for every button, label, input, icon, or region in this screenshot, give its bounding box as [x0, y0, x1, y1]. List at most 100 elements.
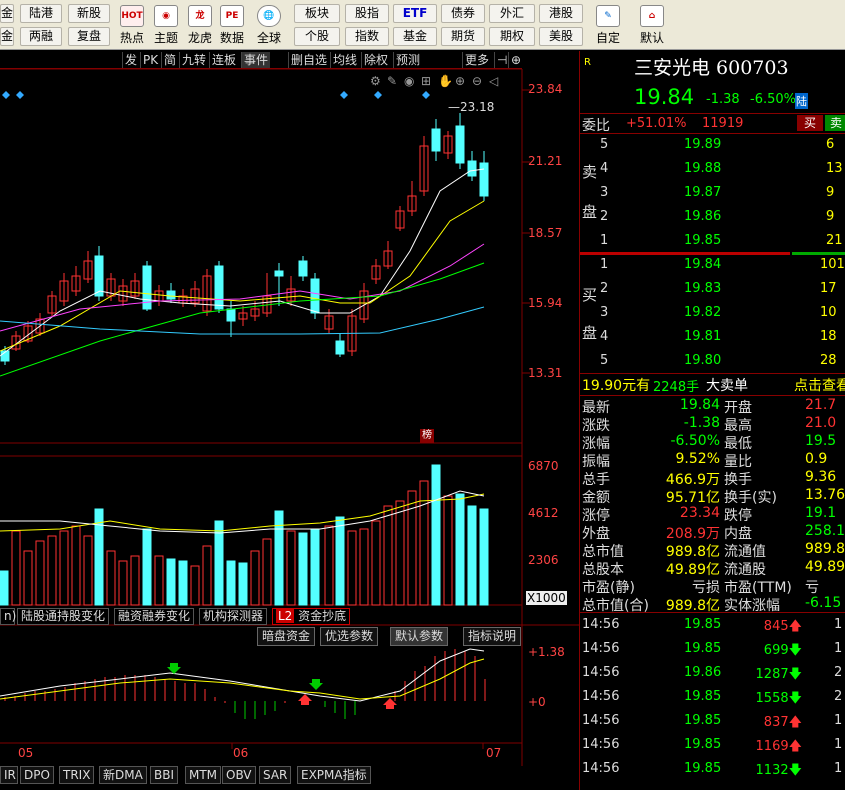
tick-row: 14:56 19.85 845🡅 1: [580, 617, 845, 637]
candle-body: [214, 265, 224, 310]
replay-button[interactable]: 复盘: [68, 27, 110, 46]
tick-count: 1: [834, 737, 843, 752]
stat-label: 量比: [724, 454, 752, 470]
bid-level[interactable]: 5 19.80 28: [580, 353, 845, 373]
price-axis-label-5: 13.31: [528, 366, 563, 380]
custom-button[interactable]: ✎ 自定: [588, 1, 628, 49]
ask-level[interactable]: 3 19.87 9: [580, 185, 845, 205]
tab-institution-detector[interactable]: 机构探测器: [199, 608, 268, 625]
chart-tool-icons[interactable]: ⚙ ✎ ◉ ⊞ ✋ ⊕ ⊖ ◁: [370, 74, 498, 88]
price-axis-label-4: 15.94: [528, 296, 563, 310]
stat-row: 总市值(合) 989.8亿 实体涨幅 -6.15: [580, 595, 845, 614]
hot-button[interactable]: HOT 热点: [114, 1, 150, 49]
ask-level[interactable]: 4 19.88 13: [580, 161, 845, 181]
bid-level[interactable]: 3 19.82 10: [580, 305, 845, 325]
luguang-button[interactable]: 陆港: [20, 4, 62, 23]
bond-button[interactable]: 债券: [441, 4, 485, 23]
data-label: 数据: [219, 31, 244, 45]
etf-button[interactable]: ETF: [393, 4, 437, 23]
volume-bar: [118, 560, 128, 606]
tab-newdma[interactable]: 新DMA: [99, 766, 147, 784]
toolbar-left-btn-2[interactable]: 金: [0, 27, 14, 46]
stat-row: 涨幅 -6.50% 最低 19.5: [580, 433, 845, 452]
stat-label: 金额: [582, 490, 610, 506]
tab-dpo[interactable]: DPO: [20, 766, 54, 784]
stat-label: 振幅: [582, 454, 610, 470]
stat-value: 258.17: [805, 523, 845, 539]
default-params-tab[interactable]: 默认参数: [390, 627, 449, 646]
options-button[interactable]: 期权: [489, 27, 535, 46]
date-label-july: 07: [486, 746, 502, 760]
tab-fund-bottom[interactable]: L2 资金抄底: [272, 608, 351, 625]
big-order-link[interactable]: 点击查看: [794, 375, 845, 395]
theme-button[interactable]: ◉ 主题: [148, 1, 184, 49]
tab-mtm[interactable]: MTM: [185, 766, 222, 784]
tick-volume: 837🡅: [764, 713, 802, 735]
tick-time: 14:56: [582, 665, 620, 680]
tab-northbound-holdings[interactable]: 陆股通持股变化: [17, 608, 110, 625]
data-button[interactable]: PE 数据: [214, 1, 250, 49]
bid-level[interactable]: 4 19.81 18: [580, 329, 845, 349]
tab-fund-bottom-label: 资金抄底: [298, 609, 347, 623]
indicator-help-tab[interactable]: 指标说明: [463, 627, 522, 646]
ask-price: 19.85: [684, 233, 722, 248]
stat-value: 19.1: [805, 505, 837, 521]
volume-bar: [419, 480, 429, 606]
tick-row: 14:56 19.86 1287🡇 2: [580, 665, 845, 685]
tab-obv[interactable]: OBV: [222, 766, 256, 784]
tick-time: 14:56: [582, 713, 620, 728]
tab-expma[interactable]: EXPMA指标: [297, 766, 371, 784]
stat-row: 涨停 23.34 跌停 19.1: [580, 505, 845, 524]
tick-time: 14:56: [582, 617, 620, 632]
bottom-tab-prev[interactable]: IR: [0, 766, 18, 784]
bid-level[interactable]: 1 19.84 101: [580, 257, 845, 277]
pe-icon: PE: [220, 5, 244, 27]
volume-bar: [371, 520, 381, 606]
tab-margin-change[interactable]: 融资融券变化: [114, 608, 195, 625]
ask-level[interactable]: 1 19.85 21: [580, 233, 845, 253]
bid-volume: 101: [820, 257, 845, 272]
volume-bar: [431, 464, 441, 606]
sell-button[interactable]: 卖: [825, 115, 845, 131]
bid-level[interactable]: 2 19.83 17: [580, 281, 845, 301]
ask-volume: 13: [826, 161, 843, 176]
index-button[interactable]: 指数: [345, 27, 389, 46]
tick-volume: 1287🡇: [756, 665, 802, 687]
tab-bbi[interactable]: BBI: [150, 766, 179, 784]
ask-level[interactable]: 2 19.86 9: [580, 209, 845, 229]
global-button[interactable]: 🌐 全球: [248, 1, 290, 49]
hot-label: 热点: [119, 31, 144, 45]
volume-bars: [0, 464, 489, 606]
big-order-volume: 2248手: [653, 380, 700, 395]
hk-stock-button[interactable]: 港股: [539, 4, 583, 23]
bid-price: 19.80: [684, 353, 722, 368]
individual-stock-button[interactable]: 个股: [294, 27, 340, 46]
buy-button[interactable]: 买: [797, 115, 823, 131]
default-button[interactable]: ⌂ 默认: [632, 1, 672, 49]
index-futures-button[interactable]: 股指: [345, 4, 389, 23]
arrow-down-icon: 🡇: [788, 667, 802, 682]
ask-level[interactable]: 5 19.89 6: [580, 137, 845, 157]
indicator-tab-prev[interactable]: n): [0, 608, 16, 625]
dragon-button[interactable]: 龙龙虎: [182, 1, 218, 49]
dark-fund-tab[interactable]: 暗盘资金: [257, 627, 316, 646]
tab-sar[interactable]: SAR: [259, 766, 292, 784]
volume-bar: [202, 545, 212, 606]
tab-trix[interactable]: TRIX: [59, 766, 95, 784]
futures-button[interactable]: 期货: [441, 27, 485, 46]
tick-row: 14:56 19.85 1169🡅 1: [580, 737, 845, 757]
new-stock-button[interactable]: 新股: [68, 4, 110, 23]
moving-average-lines: [0, 168, 485, 377]
volume-bar: [178, 560, 188, 606]
toolbar-left-btn-1[interactable]: 金: [0, 4, 14, 23]
rank-badge[interactable]: 榜: [420, 429, 434, 443]
us-stock-button[interactable]: 美股: [539, 27, 583, 46]
kline-chart[interactable]: ⚙ ✎ ◉ ⊞ ✋ ⊕ ⊖ ◁: [0, 51, 579, 766]
sector-button[interactable]: 板块: [294, 4, 340, 23]
fund-button[interactable]: 基金: [393, 27, 437, 46]
margin-button[interactable]: 两融: [20, 27, 62, 46]
tick-count: 1: [834, 617, 843, 632]
volume-bar: [142, 528, 152, 606]
optimized-params-tab[interactable]: 优选参数: [320, 627, 379, 646]
forex-button[interactable]: 外汇: [489, 4, 535, 23]
